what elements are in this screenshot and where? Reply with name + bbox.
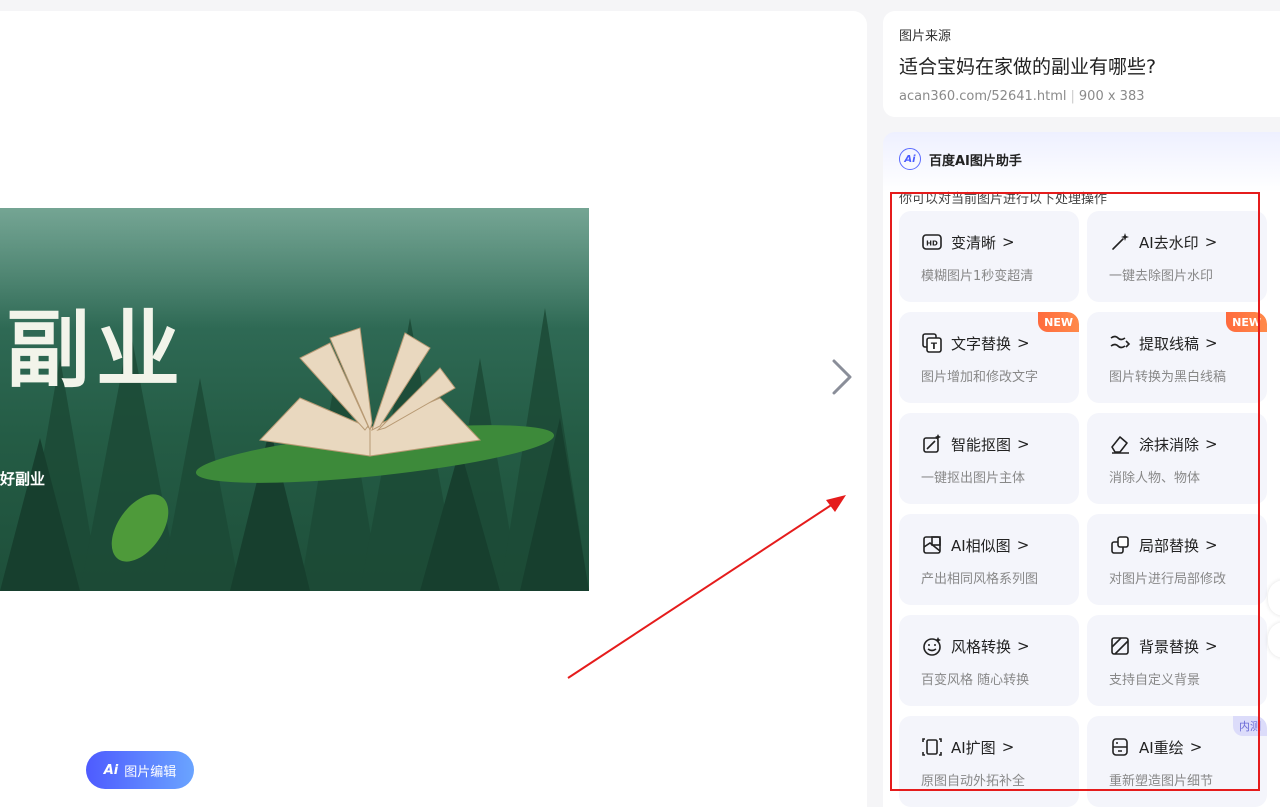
tool-name: 文字替换 xyxy=(951,334,1012,353)
chevron-right-icon: > xyxy=(1017,334,1030,352)
source-label: 图片来源 xyxy=(899,29,952,44)
tool-header: 提取线稿 > xyxy=(1109,332,1267,354)
chevron-right-icon: > xyxy=(1017,435,1030,453)
source-title-link[interactable]: 适合宝妈在家做的副业有哪些? xyxy=(899,52,1264,79)
ai-assistant-panel: Ai 百度AI图片助手 你可以对当前图片进行以下处理操作 HD 变清晰 > 模糊图片1… xyxy=(883,132,1280,807)
tool-description: 支持自定义背景 xyxy=(1109,673,1201,688)
chevron-right-icon: > xyxy=(1001,738,1015,756)
tool-line-art[interactable]: 提取线稿 > 图片转换为黑白线稿 NEW xyxy=(1087,312,1267,403)
tool-similar-image[interactable]: AI相似图 > 产出相同风格系列图 xyxy=(899,514,1079,605)
hd-icon: HD xyxy=(921,231,943,253)
image-edit-label: 图片编辑 xyxy=(124,764,177,780)
tool-description: 原图自动外拓补全 xyxy=(921,774,1026,789)
source-url-link[interactable]: acan360.com/52641.html xyxy=(899,89,1067,104)
tool-name: 智能抠图 xyxy=(951,435,1012,454)
tool-name: AI相似图 xyxy=(951,536,1011,555)
eraser-icon xyxy=(1109,433,1131,455)
image-title-small: 好副业 xyxy=(0,470,46,488)
style-icon xyxy=(921,635,943,657)
ai-edit-icon: Ai xyxy=(103,762,119,778)
partial-replace-icon xyxy=(1109,534,1131,556)
source-meta: acan360.com/52641.html | 900 x 383 xyxy=(899,89,1264,104)
chevron-right-icon: > xyxy=(1189,738,1203,756)
chevron-right-icon: > xyxy=(1002,233,1015,251)
chevron-right-icon: > xyxy=(1205,536,1218,554)
tool-text-replace[interactable]: T 文字替换 > 图片增加和修改文字 NEW xyxy=(899,312,1079,403)
redraw-icon xyxy=(1109,736,1131,758)
tool-badge: 内测 xyxy=(1233,716,1267,736)
tool-header: 智能抠图 > xyxy=(921,433,1079,455)
tool-name: 变清晰 xyxy=(951,233,997,252)
tool-description: 图片增加和修改文字 xyxy=(921,370,1039,385)
tool-eraser[interactable]: 涂抹消除 > 消除人物、物体 xyxy=(1087,413,1267,504)
meta-separator: | xyxy=(1070,89,1075,104)
tool-hd[interactable]: HD 变清晰 > 模糊图片1秒变超清 xyxy=(899,211,1079,302)
tool-header: 背景替换 > xyxy=(1109,635,1267,657)
tool-description: 产出相同风格系列图 xyxy=(921,572,1039,587)
preview-image[interactable]: 副业 好副业 xyxy=(0,208,589,591)
tool-description: 图片转换为黑白线稿 xyxy=(1109,370,1227,385)
tool-name: AI重绘 xyxy=(1139,738,1184,757)
tool-header: AI相似图 > xyxy=(921,534,1079,556)
tool-header: HD 变清晰 > xyxy=(921,231,1079,253)
magic-wand-icon xyxy=(1109,231,1131,253)
chevron-right-icon: > xyxy=(1017,637,1030,655)
tool-description: 重新塑造图片细节 xyxy=(1109,774,1214,789)
tool-style[interactable]: 风格转换 > 百变风格 随心转换 xyxy=(899,615,1079,706)
cutout-icon xyxy=(921,433,943,455)
svg-text:T: T xyxy=(931,342,938,352)
background-icon xyxy=(1109,635,1131,657)
next-image-arrow-icon[interactable] xyxy=(826,357,858,397)
assistant-title: 百度AI图片助手 xyxy=(929,153,1022,169)
tool-badge: NEW xyxy=(1038,312,1079,332)
assistant-header: Ai 百度AI图片助手 xyxy=(899,148,1022,170)
tool-partial-replace[interactable]: 局部替换 > 对图片进行局部修改 xyxy=(1087,514,1267,605)
image-title-big: 副业 xyxy=(6,301,187,399)
similar-image-icon xyxy=(921,534,943,556)
tool-name: AI扩图 xyxy=(951,738,996,757)
ai-logo-icon: Ai xyxy=(899,148,921,170)
tool-redraw[interactable]: AI重绘 > 重新塑造图片细节 内测 xyxy=(1087,716,1267,807)
text-replace-icon: T xyxy=(921,332,943,354)
tool-description: 模糊图片1秒变超清 xyxy=(921,269,1034,284)
tool-name: 提取线稿 xyxy=(1139,334,1200,353)
tool-header: AI扩图 > xyxy=(921,736,1079,758)
svg-text:HD: HD xyxy=(926,240,938,248)
source-card: 图片来源 适合宝妈在家做的副业有哪些? acan360.com/52641.ht… xyxy=(883,11,1280,117)
tool-header: T 文字替换 > xyxy=(921,332,1079,354)
image-dimensions: 900 x 383 xyxy=(1078,89,1145,104)
image-edit-button[interactable]: Ai 图片编辑 xyxy=(86,751,194,789)
chevron-right-icon: > xyxy=(1204,233,1218,251)
tool-name: 风格转换 xyxy=(951,637,1012,656)
tool-name: 局部替换 xyxy=(1139,536,1200,555)
tool-header: 风格转换 > xyxy=(921,635,1079,657)
tool-description: 一键抠出图片主体 xyxy=(921,471,1026,486)
tool-background[interactable]: 背景替换 > 支持自定义背景 xyxy=(1087,615,1267,706)
chevron-right-icon: > xyxy=(1205,637,1218,655)
tool-name: 背景替换 xyxy=(1139,637,1200,656)
tool-header: AI去水印 > xyxy=(1109,231,1267,253)
tool-header: 局部替换 > xyxy=(1109,534,1267,556)
tool-header: AI重绘 > xyxy=(1109,736,1267,758)
chevron-right-icon: > xyxy=(1205,435,1218,453)
forest-illustration xyxy=(0,308,589,591)
chevron-right-icon: > xyxy=(1205,334,1218,352)
tool-cutout[interactable]: 智能抠图 > 一键抠出图片主体 xyxy=(899,413,1079,504)
tool-expand[interactable]: AI扩图 > 原图自动外拓补全 xyxy=(899,716,1079,807)
tool-header: 涂抹消除 > xyxy=(1109,433,1267,455)
tool-name: 涂抹消除 xyxy=(1139,435,1200,454)
expand-icon xyxy=(921,736,943,758)
assistant-subtitle: 你可以对当前图片进行以下处理操作 xyxy=(899,192,1108,207)
tool-magic-wand[interactable]: AI去水印 > 一键去除图片水印 xyxy=(1087,211,1267,302)
tool-badge: NEW xyxy=(1226,312,1267,332)
tool-description: 百变风格 随心转换 xyxy=(921,673,1030,688)
line-art-icon xyxy=(1109,332,1131,354)
chevron-right-icon: > xyxy=(1016,536,1030,554)
tool-name: AI去水印 xyxy=(1139,233,1199,252)
tool-description: 对图片进行局部修改 xyxy=(1109,572,1227,587)
tool-description: 消除人物、物体 xyxy=(1109,471,1201,486)
tool-description: 一键去除图片水印 xyxy=(1109,269,1214,284)
